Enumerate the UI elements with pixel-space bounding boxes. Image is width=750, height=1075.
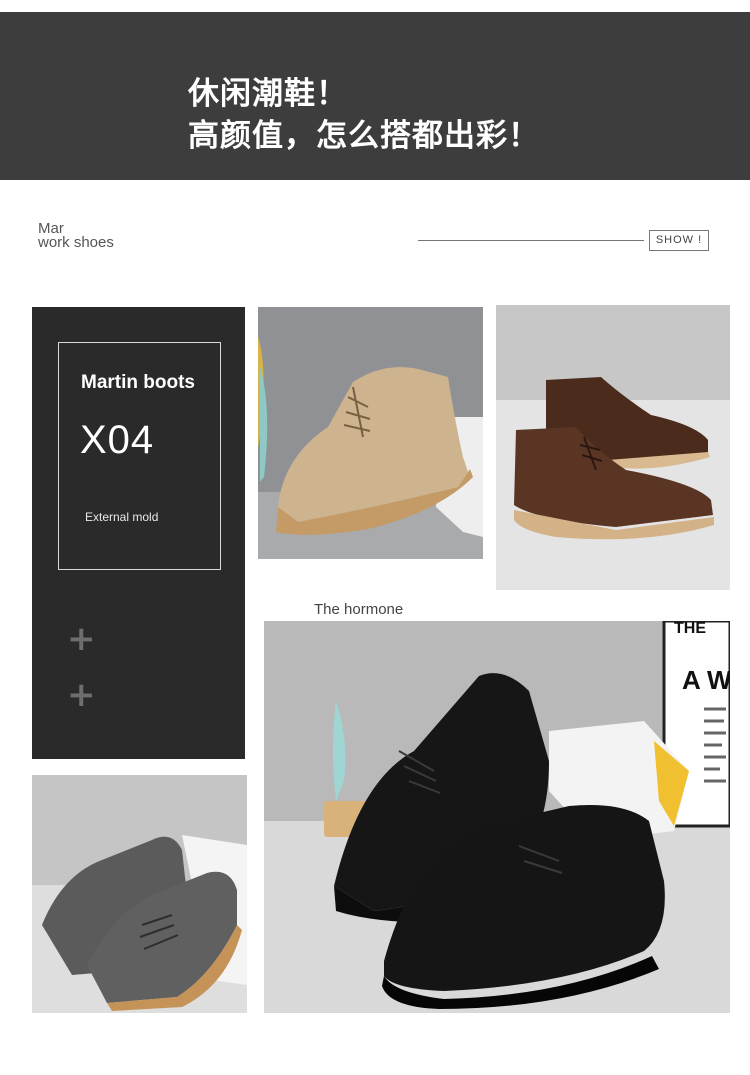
poster-big-text: A W <box>682 665 730 695</box>
section-title-line2: work shoes <box>38 234 114 251</box>
banner-subheadline: 高颜值，怎么搭都出彩！ <box>188 118 540 154</box>
product-detail: External mold <box>85 510 159 524</box>
product-name: Martin boots <box>81 372 195 393</box>
section-divider <box>418 240 644 241</box>
photo-black-boots[interactable]: THE A W <box>264 621 730 1013</box>
section-title: Mar work shoes <box>38 221 114 251</box>
photo-tan-boot[interactable] <box>258 307 483 559</box>
show-button[interactable]: SHOW ! <box>649 230 709 251</box>
photo-gray-boots[interactable] <box>32 775 247 1013</box>
banner-headline: 休闲潮鞋！ <box>188 76 348 112</box>
plus-icon: + <box>67 619 96 659</box>
black-boots-illustration: THE A W <box>264 621 730 1013</box>
poster-top-text: THE <box>674 621 706 637</box>
tan-boot-illustration <box>258 307 483 559</box>
plus-icon: + <box>67 675 96 715</box>
tagline-line1: The hormone <box>314 601 404 618</box>
header-banner: 休闲潮鞋！ 高颜值，怎么搭都出彩！ <box>0 12 750 180</box>
photo-brown-boots[interactable] <box>496 305 730 590</box>
gray-boots-illustration <box>32 775 247 1013</box>
brown-boots-illustration <box>496 305 730 590</box>
product-model: X04 <box>80 418 155 462</box>
